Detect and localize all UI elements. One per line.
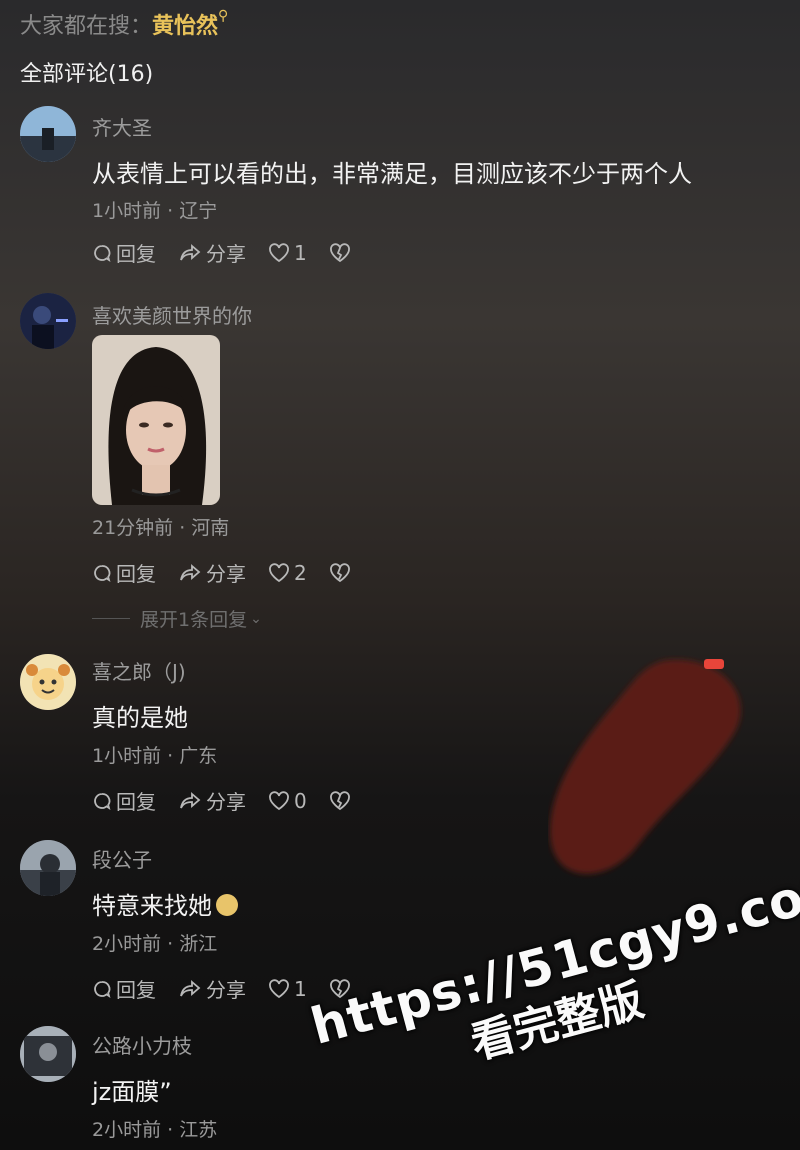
dislike-button[interactable] [329,242,355,263]
comment-meta: 2小时前 · 浙江 [92,933,218,955]
comment-meta: 2小时前 · 江苏 [92,1119,218,1141]
expand-replies-button[interactable]: 展开1条回复 ⌄ [92,605,262,632]
like-button[interactable]: 1 [268,977,307,1001]
share-button[interactable]: 分享 [178,238,246,267]
divider [92,618,130,619]
watermark: https://51cgy9.com 看完整版 [305,855,800,1110]
dislike-button[interactable] [329,790,355,811]
share-button[interactable]: 分享 [178,786,246,815]
avatar[interactable] [20,1026,76,1082]
reply-icon [94,244,111,262]
avatar[interactable] [20,106,76,162]
avatar[interactable] [20,293,76,349]
heart-icon [269,978,289,998]
search-prefix: 大家都在搜： [20,14,153,39]
share-label: 分享 [206,242,246,266]
comment-text-body: 特意来找她 [92,892,212,920]
share-label: 分享 [206,978,246,1002]
share-label: 分享 [206,790,246,814]
reply-button[interactable]: 回复 [92,558,156,587]
comment-photo[interactable] [92,335,220,505]
reply-button[interactable]: 回复 [92,238,156,267]
expand-replies-label: 展开1条回复 [140,609,248,631]
share-icon [180,563,201,580]
comment-text: 真的是她 [92,704,188,732]
reply-icon [94,792,111,810]
comment-meta: 1小时前 · 辽宁 [92,200,218,222]
reply-icon [94,564,111,582]
like-button[interactable]: 1 [268,241,307,265]
username[interactable]: 公路小力枝 [92,1030,192,1059]
grin-emoji-icon [216,894,238,916]
chevron-down-icon: ⌄ [250,610,262,627]
share-icon [180,791,201,808]
share-button[interactable]: 分享 [178,558,246,587]
search-icon: ⚲ [218,8,229,24]
blurred-overlay [548,655,748,885]
like-count: 0 [294,788,307,813]
share-label: 分享 [206,562,246,586]
avatar[interactable] [20,840,76,896]
username[interactable]: 段公子 [92,844,152,873]
comment-actions: 回复 分享 0 [92,786,377,815]
avatar[interactable] [20,654,76,710]
comment-text: jz面膜” [92,1078,172,1106]
username[interactable]: 齐大圣 [92,112,152,141]
broken-heart-icon [329,790,350,810]
comment-actions: 回复 分享 2 [92,558,377,587]
like-count: 1 [294,240,307,265]
like-count: 2 [294,560,307,585]
comment-text: 特意来找她 [92,886,238,921]
reply-label: 回复 [116,242,156,266]
broken-heart-icon [329,562,350,582]
search-keyword[interactable]: 黄怡然 [152,14,218,39]
reply-button[interactable]: 回复 [92,974,156,1003]
username[interactable]: 喜之郎（J) [92,656,186,685]
share-icon [180,979,201,996]
heart-icon [269,242,289,262]
heart-icon [269,790,289,810]
reply-label: 回复 [116,978,156,1002]
share-icon [180,243,201,260]
like-count: 1 [294,976,307,1001]
like-button[interactable]: 2 [268,561,307,585]
comment-meta: 21分钟前 · 河南 [92,517,230,539]
comment-text: 从表情上可以看的出，非常满足，目测应该不少于两个人 [92,160,692,188]
reply-button[interactable]: 回复 [92,786,156,815]
reply-label: 回复 [116,562,156,586]
comment-meta: 1小时前 · 广东 [92,745,218,767]
username[interactable]: 喜欢美颜世界的你 [92,300,252,329]
reply-icon [94,980,111,998]
reply-label: 回复 [116,790,156,814]
share-button[interactable]: 分享 [178,974,246,1003]
search-suggestion[interactable]: 大家都在搜：黄怡然⚲ [20,8,228,40]
heart-icon [269,562,289,582]
like-button[interactable]: 0 [268,789,307,813]
broken-heart-icon [329,242,350,262]
comment-actions: 回复 分享 1 [92,238,377,267]
dislike-button[interactable] [329,562,355,583]
comments-title: 全部评论(16) [20,62,154,87]
